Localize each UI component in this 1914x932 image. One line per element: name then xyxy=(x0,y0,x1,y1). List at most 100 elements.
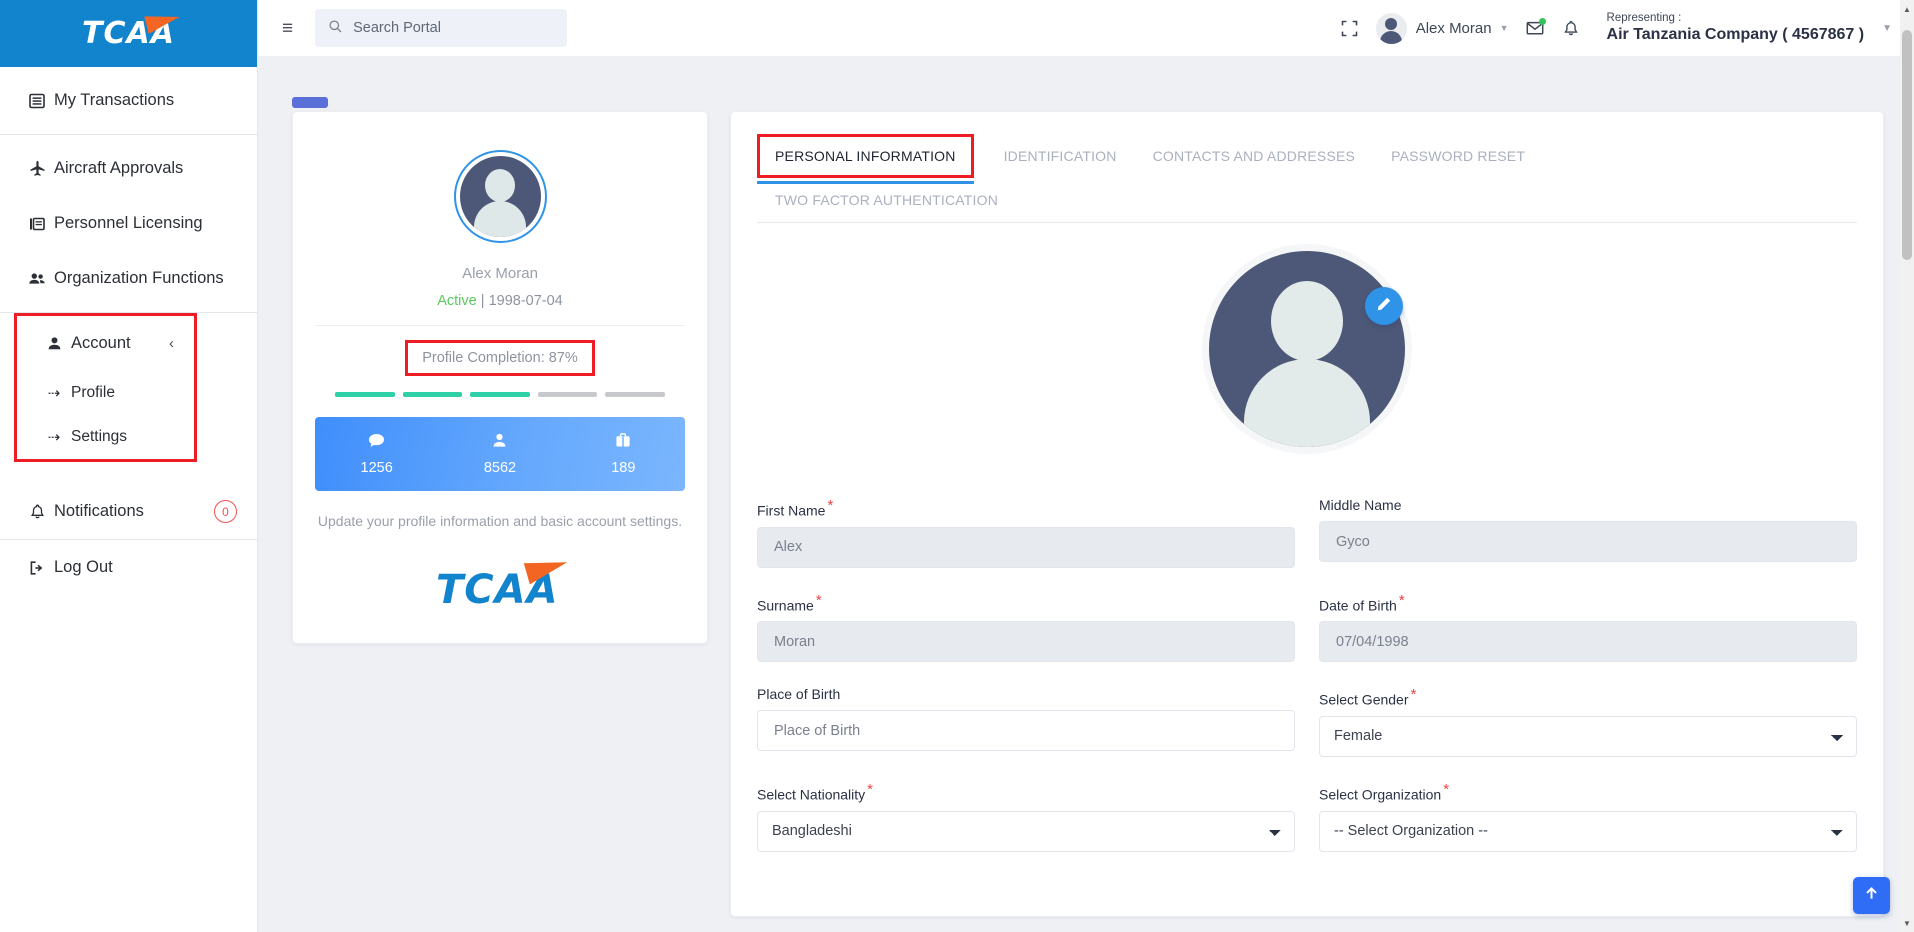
scrollbar-thumb[interactable] xyxy=(1902,30,1912,260)
field-label-text: Select Nationality xyxy=(757,786,866,803)
field-place-of-birth: Place of Birth xyxy=(757,686,1295,757)
mail-icon[interactable] xyxy=(1517,10,1553,46)
field-label-text: Date of Birth xyxy=(1319,597,1397,614)
scrollbar-down-arrow-icon[interactable]: ▼ xyxy=(1900,916,1914,930)
sidebar-item-settings[interactable]: ⇢ Settings xyxy=(17,415,194,459)
profile-completion-bars xyxy=(315,392,685,397)
stat-messages[interactable]: 1256 xyxy=(315,433,438,476)
sidebar-item-my-transactions[interactable]: My Transactions xyxy=(0,73,257,128)
personal-information-card: PERSONAL INFORMATION IDENTIFICATION CONT… xyxy=(730,111,1884,917)
content-scroll-area[interactable]: Alex Moran Active | 1998-07-04 Profile C… xyxy=(258,57,1914,932)
sidebar: TCAA My Transactions Aircraft Approvals xyxy=(0,0,258,932)
field-label-text: Surname xyxy=(757,597,814,614)
tab-contacts-and-addresses[interactable]: CONTACTS AND ADDRESSES xyxy=(1135,134,1374,178)
pencil-icon xyxy=(1376,296,1392,317)
stat-jobs[interactable]: 189 xyxy=(562,432,685,476)
page-scrollbar[interactable]: ▲ ▼ xyxy=(1900,0,1914,932)
avatar xyxy=(459,156,541,237)
breadcrumb-pill xyxy=(292,97,328,108)
middle-name-input[interactable] xyxy=(1319,521,1857,562)
brand-logo[interactable]: TCAA xyxy=(0,0,257,67)
status-badge: Active xyxy=(437,293,477,309)
edit-avatar-button[interactable] xyxy=(1365,287,1403,325)
bell-icon[interactable] xyxy=(1553,10,1589,46)
sidebar-item-aircraft-approvals[interactable]: Aircraft Approvals xyxy=(0,141,257,196)
progress-segment xyxy=(335,392,395,397)
tab-label: TWO FACTOR AUTHENTICATION xyxy=(775,192,999,208)
progress-segment xyxy=(605,392,665,397)
hamburger-menu-icon[interactable]: ≡ xyxy=(282,19,293,38)
stat-value: 8562 xyxy=(483,459,517,476)
profile-completion-wrap: Profile Completion: 87% xyxy=(315,340,685,376)
required-marker: * xyxy=(1410,686,1417,704)
search-box[interactable] xyxy=(315,9,568,47)
progress-segment xyxy=(402,392,463,397)
chevron-left-icon: ‹ xyxy=(169,335,174,352)
search-icon xyxy=(329,20,342,36)
id-card-icon xyxy=(20,216,54,232)
nationality-select[interactable]: Bangladeshi xyxy=(757,810,1295,852)
required-marker: * xyxy=(827,497,834,514)
representing-chevron-down-icon[interactable]: ▼ xyxy=(1882,23,1892,34)
field-label: Select Nationality * xyxy=(757,781,1295,803)
user-menu[interactable]: Alex Moran ▼ xyxy=(1375,12,1509,44)
tab-label: IDENTIFICATION xyxy=(1003,148,1117,164)
sidebar-subitem-label: Settings xyxy=(71,428,128,445)
representing-block[interactable]: Representing : Air Tanzania Company ( 45… xyxy=(1607,11,1865,45)
progress-segment xyxy=(470,392,530,397)
sidebar-item-profile[interactable]: ⇢ Profile xyxy=(17,371,194,415)
scrollbar-up-arrow-icon[interactable]: ▲ xyxy=(1900,2,1914,16)
tab-personal-information[interactable]: PERSONAL INFORMATION xyxy=(757,134,974,184)
field-date-of-birth: Date of Birth * xyxy=(1319,592,1857,663)
stat-value: 1256 xyxy=(360,459,393,476)
user-name-label: Alex Moran xyxy=(1415,19,1492,37)
sidebar-item-organization-functions[interactable]: Organization Functions xyxy=(0,251,257,306)
representing-value: Air Tanzania Company ( 4567867 ) xyxy=(1606,26,1865,44)
field-label: Surname * xyxy=(757,592,1295,614)
sidebar-item-label: My Transactions xyxy=(54,91,175,109)
status-separator: | xyxy=(480,293,485,309)
sidebar-group-primary: My Transactions xyxy=(0,67,257,134)
sidebar-item-label: Log Out xyxy=(54,558,113,576)
avatar xyxy=(1375,12,1407,44)
required-marker: * xyxy=(1398,591,1405,609)
representing-label: Representing : xyxy=(1606,11,1682,24)
person-icon xyxy=(37,336,71,351)
user-icon xyxy=(438,433,561,451)
field-label: Select Gender * xyxy=(1319,686,1857,708)
first-name-input[interactable] xyxy=(757,526,1295,568)
sidebar-item-personnel-licensing[interactable]: Personnel Licensing xyxy=(0,196,257,251)
logout-icon xyxy=(20,560,54,576)
progress-segment xyxy=(537,392,598,397)
required-marker: * xyxy=(1443,780,1450,798)
field-label: Place of Birth xyxy=(757,686,1295,702)
stat-users[interactable]: 8562 xyxy=(438,433,561,476)
chat-icon xyxy=(315,433,438,451)
sidebar-item-logout[interactable]: Log Out xyxy=(0,540,257,595)
field-select-organization: Select Organization * -- Select Organizat… xyxy=(1319,781,1857,852)
field-label-text: Select Gender xyxy=(1319,691,1409,708)
profile-note: Update your profile information and basi… xyxy=(317,513,683,529)
date-of-birth-input[interactable] xyxy=(1319,621,1857,663)
profile-stats-band: 1256 8562 189 xyxy=(315,417,685,491)
scroll-to-top-button[interactable] xyxy=(1853,877,1890,914)
tab-two-factor-authentication[interactable]: TWO FACTOR AUTHENTICATION xyxy=(757,178,1016,222)
chevron-down-icon: ▼ xyxy=(1499,23,1509,33)
field-select-gender: Select Gender * Female xyxy=(1319,686,1857,757)
gender-select[interactable]: Female xyxy=(1319,715,1857,757)
fullscreen-icon[interactable] xyxy=(1332,10,1368,46)
list-icon xyxy=(20,93,54,109)
stat-value: 189 xyxy=(611,459,636,476)
organization-select[interactable]: -- Select Organization -- xyxy=(1319,810,1857,852)
tab-identification[interactable]: IDENTIFICATION xyxy=(986,134,1135,178)
tab-password-reset[interactable]: PASSWORD RESET xyxy=(1373,134,1543,178)
sidebar-item-notifications[interactable]: Notifications 0 xyxy=(0,484,257,539)
surname-input[interactable] xyxy=(757,621,1295,663)
tab-label: CONTACTS AND ADDRESSES xyxy=(1152,148,1356,164)
airplane-icon xyxy=(20,160,54,177)
sidebar-item-account[interactable]: Account ‹ xyxy=(17,316,194,371)
arrow-right-icon: ⇢ xyxy=(47,385,61,402)
place-of-birth-input[interactable] xyxy=(757,710,1295,752)
profile-completion-label: Profile Completion: 87% xyxy=(405,340,595,376)
search-input[interactable] xyxy=(353,20,554,36)
